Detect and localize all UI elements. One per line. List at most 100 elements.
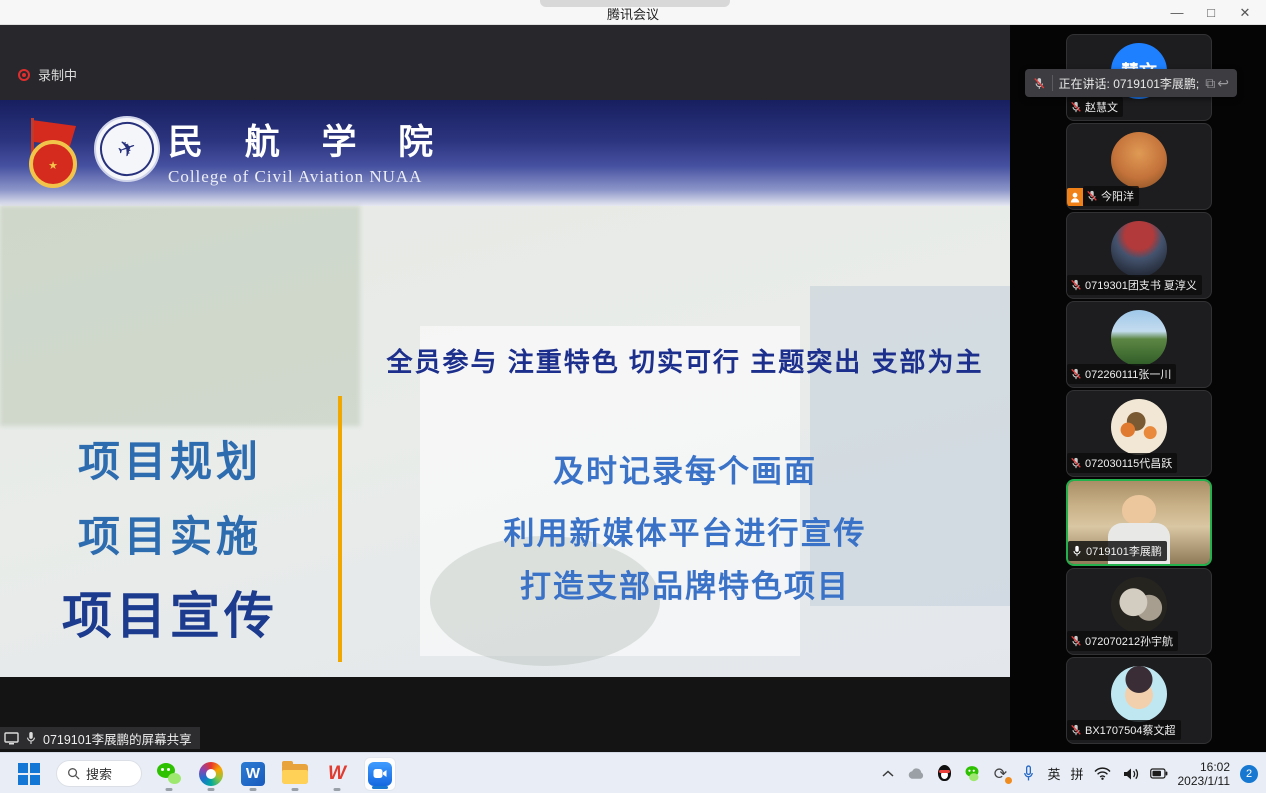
taskbar: 搜索 W W (0, 752, 1266, 793)
slide-left-item-3: 项目宣传 (0, 576, 340, 648)
windows-logo-icon (18, 763, 40, 785)
participants-sidebar: 慧文 赵慧文 (1010, 25, 1266, 752)
wps-icon: W (328, 763, 346, 785)
avatar (1111, 132, 1167, 188)
qq-icon[interactable] (935, 764, 953, 784)
avatar (1111, 221, 1167, 277)
tooltip-divider (1052, 75, 1053, 91)
minimize-button[interactable]: — (1162, 2, 1192, 24)
battery-icon[interactable] (1150, 764, 1168, 784)
slide-body: 全员参与 注重特色 切实可行 主题突出 支部为主 项目规划 项目实施 项目宣传 … (0, 206, 1010, 677)
wechat-icon (157, 763, 181, 785)
start-button[interactable] (14, 757, 44, 791)
campus-photo-background (0, 206, 360, 426)
folder-icon (282, 764, 308, 784)
taskbar-app-wechat[interactable] (154, 757, 184, 791)
mic-muted-icon (1070, 457, 1082, 469)
participant-name: 今阳洋 (1101, 188, 1134, 204)
mic-muted-icon (1070, 101, 1082, 113)
input-method-pinyin[interactable]: 拼 (1070, 764, 1083, 783)
youth-league-emblem-icon: ★ (24, 116, 82, 190)
college-title-block: 民 航 学 院 College of Civil Aviation NUAA (168, 114, 449, 187)
taskbar-clock[interactable]: 16:02 2023/1/11 (1178, 760, 1231, 788)
slide-right-item-1: 及时记录每个画面 (360, 446, 1010, 491)
member-badge-icon (1067, 188, 1083, 206)
search-label: 搜索 (86, 764, 112, 783)
close-button[interactable]: ✕ (1230, 2, 1260, 24)
onedrive-cloud-icon[interactable] (907, 764, 925, 784)
input-lang-en[interactable]: 英 (1047, 764, 1060, 783)
mic-muted-icon (1070, 279, 1082, 291)
search-icon (67, 767, 80, 780)
participant-tile[interactable]: 0719301团支书 夏淳义 (1066, 212, 1212, 299)
participant-tile[interactable]: BX1707504蔡文超 (1066, 657, 1212, 744)
speaker-icon[interactable] (1122, 764, 1140, 784)
record-dot-icon (18, 69, 30, 81)
microphone-tray-icon[interactable] (1019, 764, 1037, 784)
participant-name: 072070212孙宇航 (1085, 633, 1173, 649)
wechat-tray-icon[interactable] (963, 764, 981, 784)
mic-muted-icon (1070, 368, 1082, 380)
sync-icon[interactable]: ⟳ (991, 764, 1009, 784)
college-subtitle: College of Civil Aviation NUAA (168, 167, 449, 187)
color-swirl-icon (199, 762, 223, 786)
participant-tile[interactable]: 072260111张一川 (1066, 301, 1212, 388)
participant-name: 0719101李展鹏 (1086, 543, 1162, 559)
yellow-divider (338, 396, 342, 662)
slide-tagline: 全员参与 注重特色 切实可行 主题突出 支部为主 (360, 342, 1010, 379)
participant-name: 072030115代昌跃 (1085, 455, 1172, 471)
meeting-toolbar (0, 25, 1010, 100)
taskbar-app-designer[interactable] (196, 757, 226, 791)
taskbar-app-word[interactable]: W (238, 757, 268, 791)
clock-date: 2023/1/11 (1178, 774, 1231, 788)
participant-name: 赵慧文 (1085, 99, 1118, 115)
taskbar-app-wps[interactable]: W (322, 757, 352, 791)
slide-left-item-2: 项目实施 (0, 503, 340, 564)
maximize-button[interactable]: □ (1196, 2, 1226, 24)
participant-name: BX1707504蔡文超 (1085, 722, 1176, 738)
wifi-icon[interactable] (1094, 764, 1112, 784)
clock-time: 16:02 (1178, 760, 1231, 774)
notification-badge[interactable]: 2 (1240, 765, 1258, 783)
taskbar-app-tencent-meeting[interactable] (364, 757, 396, 791)
avatar (1111, 577, 1167, 633)
desktop-screen: 腾讯会议 — □ ✕ 录制中 ★ ✈ 民 航 学 院 College of Ci… (0, 0, 1266, 793)
slide-left-item-1: 项目规划 (0, 428, 340, 489)
window-controls: — □ ✕ (1162, 0, 1260, 25)
mic-on-icon (1071, 545, 1083, 557)
avatar (1111, 310, 1167, 366)
university-seal-icon: ✈ (94, 116, 160, 182)
participant-tile[interactable]: 072070212孙宇航 (1066, 568, 1212, 655)
avatar (1111, 399, 1167, 455)
screen-icon (4, 732, 19, 745)
mic-icon (25, 731, 37, 745)
share-label: 0719101李展鹏的屏幕共享 (43, 729, 192, 748)
slide-right-item-3: 打造支部品牌特色项目 (360, 561, 1010, 606)
taskbar-search[interactable]: 搜索 (56, 760, 142, 787)
layout-switch-icon[interactable]: ⧉ (1205, 75, 1215, 92)
mic-muted-icon (1070, 635, 1082, 647)
reply-arrow-icon[interactable]: ↩ (1217, 75, 1229, 92)
participant-name: 072260111张一川 (1085, 366, 1171, 382)
shared-slide: ★ ✈ 民 航 学 院 College of Civil Aviation NU… (0, 100, 1010, 677)
recording-indicator: 录制中 (18, 65, 77, 84)
mic-muted-icon (1033, 77, 1046, 90)
window-titlebar: 腾讯会议 — □ ✕ (0, 0, 1266, 25)
college-title: 民 航 学 院 (168, 114, 449, 165)
recording-label: 录制中 (38, 65, 77, 84)
slide-right-item-2: 利用新媒体平台进行宣传 (360, 508, 1010, 553)
slide-header: ★ ✈ 民 航 学 院 College of Civil Aviation NU… (0, 100, 1010, 206)
tray-expand-chevron-icon[interactable] (879, 764, 897, 784)
taskbar-app-explorer[interactable] (280, 757, 310, 791)
speaking-text: 正在讲话: 0719101李展鹏; (1059, 75, 1200, 92)
participant-tile[interactable]: 072030115代昌跃 (1066, 390, 1212, 477)
participant-tile-active-speaker[interactable]: 0719101李展鹏 (1066, 479, 1212, 566)
participant-name: 0719301团支书 夏淳义 (1085, 277, 1197, 293)
window-title: 腾讯会议 (0, 4, 1266, 23)
screen-share-badge: 0719101李展鹏的屏幕共享 (0, 727, 200, 749)
word-icon: W (241, 762, 265, 786)
avatar (1111, 666, 1167, 722)
tencent-meeting-icon (368, 762, 392, 786)
mic-muted-icon (1086, 190, 1098, 202)
participant-tile[interactable]: 今阳洋 (1066, 123, 1212, 210)
